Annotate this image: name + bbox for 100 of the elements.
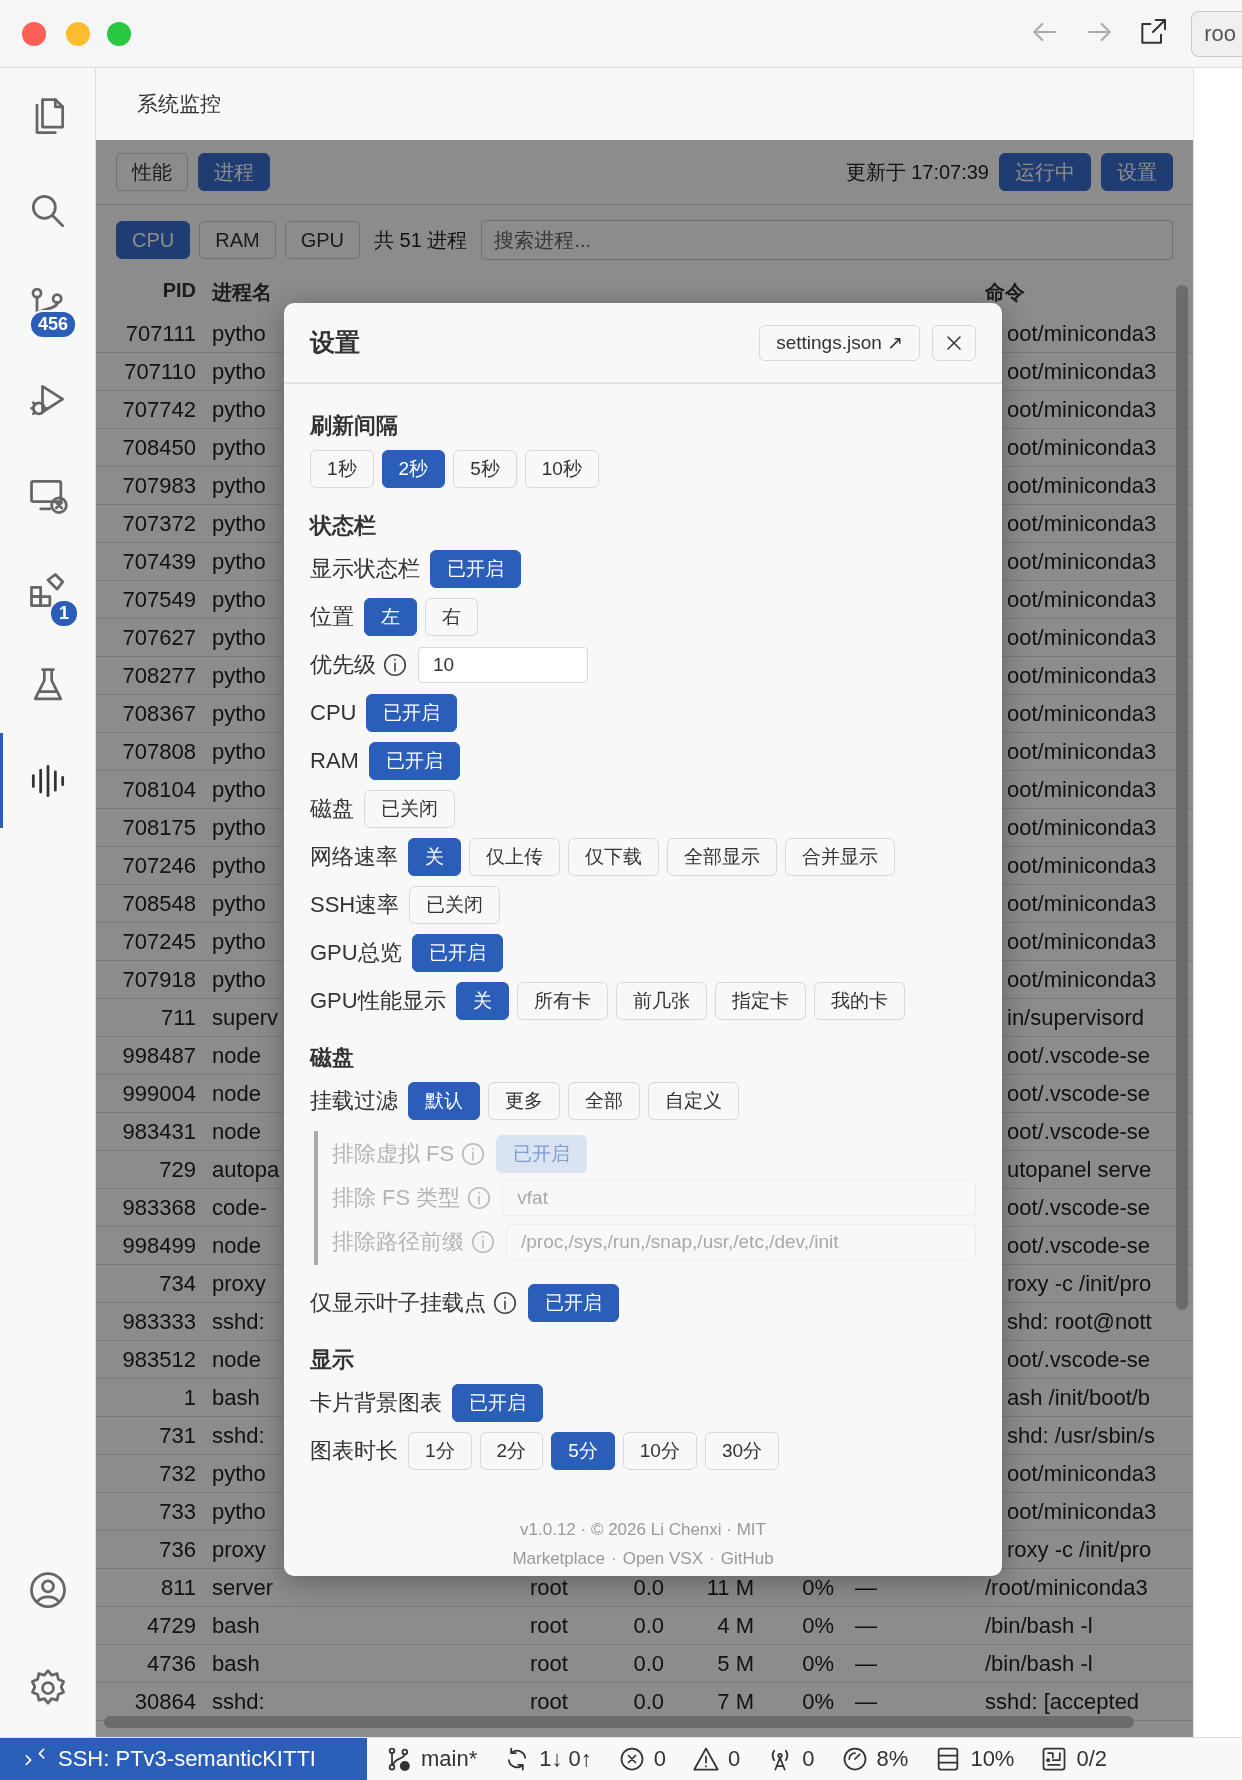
scrollbar[interactable] xyxy=(104,1716,1134,1728)
toggle-button[interactable]: 已开启 xyxy=(452,1384,543,1422)
option-button[interactable]: 右 xyxy=(425,598,478,636)
option-button[interactable]: 左 xyxy=(364,598,417,636)
sort-tab[interactable]: GPU xyxy=(284,221,361,259)
activity-item[interactable]: 456 xyxy=(0,258,92,353)
toggle-button[interactable]: 已关闭 xyxy=(364,790,455,828)
table-cell: 707111 xyxy=(125,320,196,347)
setting-label: 排除 FS 类型 xyxy=(332,1184,461,1212)
option-button[interactable]: 全部显示 xyxy=(667,838,777,876)
table-cell: 0% xyxy=(802,1650,834,1677)
status-text[interactable]: 1↓ 0↑ xyxy=(539,1746,592,1772)
table-cell: 707742 xyxy=(122,396,196,423)
scrollbar[interactable] xyxy=(1176,285,1188,1310)
table-cell: oot/.vscode-se xyxy=(1007,1042,1151,1069)
table-cell: pytho xyxy=(212,852,266,879)
option-button[interactable]: 仅上传 xyxy=(469,838,560,876)
table-cell: pytho xyxy=(212,776,266,803)
option-button[interactable]: 自定义 xyxy=(648,1082,739,1120)
toggle-button[interactable]: 已关闭 xyxy=(409,886,501,924)
toggle-button[interactable]: 已开启 xyxy=(411,934,503,972)
setting-label: 图表时长 xyxy=(310,1437,398,1465)
setting-label: 位置 xyxy=(310,603,354,631)
table-cell: oot/miniconda3 xyxy=(1007,472,1157,499)
option-button[interactable]: 前几张 xyxy=(615,982,707,1020)
option-button[interactable]: 合并显示 xyxy=(785,838,895,876)
table-cell: oot/miniconda3 xyxy=(1007,510,1157,537)
table-cell: oot/miniconda3 xyxy=(1007,624,1157,651)
column-header[interactable]: PID xyxy=(162,279,196,302)
table-cell: oot/.vscode-se xyxy=(1007,1194,1151,1221)
table-cell: oot/.vscode-se xyxy=(1007,1080,1151,1107)
option-button[interactable]: 1分 xyxy=(408,1432,472,1470)
option-button[interactable]: 2分 xyxy=(479,1432,544,1470)
option-button[interactable]: 2秒 xyxy=(381,450,446,488)
option-button[interactable]: 关 xyxy=(408,838,461,876)
sort-tab[interactable]: RAM xyxy=(199,221,276,259)
separator-dot: · xyxy=(611,1548,617,1570)
table-cell: 733 xyxy=(159,1498,196,1525)
option-button[interactable]: 所有卡 xyxy=(516,982,608,1020)
close-window-button[interactable] xyxy=(22,21,46,46)
activity-item[interactable]: 1 xyxy=(0,543,92,638)
status-text[interactable]: 0/2 xyxy=(1076,1746,1108,1772)
address-field[interactable]: roo xyxy=(1191,10,1242,57)
option-button[interactable]: 10分 xyxy=(622,1432,697,1470)
dialog-title: 设置 xyxy=(310,327,360,358)
table-cell: 707983 xyxy=(122,472,196,499)
close-button[interactable] xyxy=(932,324,976,361)
remote-indicator[interactable]: SSH: PTv3-semanticKITTI xyxy=(0,1738,367,1780)
table-cell: 0% xyxy=(802,1612,834,1639)
column-header[interactable]: 命令 xyxy=(985,279,1025,306)
section-heading: 磁盘 xyxy=(310,1044,355,1072)
toggle-button[interactable]: 已开启 xyxy=(528,1284,619,1322)
status-text[interactable]: 8% xyxy=(876,1746,909,1772)
option-button[interactable]: 仅下载 xyxy=(568,838,659,876)
table-cell: 0% xyxy=(802,1688,834,1715)
table-cell: 998487 xyxy=(122,1042,196,1069)
view-tab[interactable]: 性能 xyxy=(116,153,188,191)
status-text[interactable]: 0 xyxy=(728,1746,741,1772)
status-text[interactable]: 10% xyxy=(970,1746,1015,1772)
table-cell: oot/miniconda3 xyxy=(1007,586,1157,613)
option-button[interactable]: 全部 xyxy=(568,1082,640,1120)
option-button[interactable]: 指定卡 xyxy=(714,982,806,1020)
table-cell: pytho xyxy=(212,586,266,613)
table-cell: 707627 xyxy=(122,624,196,651)
option-button[interactable]: 1秒 xyxy=(310,450,374,488)
status-text[interactable]: 0 xyxy=(802,1746,815,1772)
toggle-button[interactable]: 已开启 xyxy=(366,694,458,732)
status-text[interactable]: 0 xyxy=(653,1746,667,1772)
toggle-button[interactable]: 已开启 xyxy=(430,550,521,588)
toggle-button[interactable]: 已开启 xyxy=(368,742,460,780)
option-button[interactable]: 30分 xyxy=(704,1432,779,1470)
option-button[interactable]: 更多 xyxy=(488,1082,560,1120)
column-header[interactable]: 进程名 xyxy=(212,279,272,306)
input-field[interactable]: 10 xyxy=(418,647,588,683)
option-button[interactable]: 我的卡 xyxy=(813,982,905,1020)
table-cell: 731 xyxy=(159,1422,196,1449)
option-button[interactable]: 5秒 xyxy=(453,450,517,488)
table-cell: sshd: xyxy=(212,1422,265,1449)
setting-label: CPU xyxy=(310,700,357,726)
table-cell: oot/miniconda3 xyxy=(1007,1460,1157,1487)
search-field[interactable]: 搜索进程... xyxy=(481,220,1173,260)
table-cell: code- xyxy=(212,1194,268,1221)
table-cell: 5 M xyxy=(717,1650,754,1677)
table-cell: 4 M xyxy=(717,1612,754,1639)
warning-icon xyxy=(692,1745,721,1773)
table-cell: oot/miniconda3 xyxy=(1007,852,1157,879)
option-button[interactable]: 5分 xyxy=(551,1432,615,1470)
open-file-button[interactable]: settings.json ↗ xyxy=(759,324,920,361)
table-cell: 999004 xyxy=(122,1080,196,1107)
status-text[interactable]: main* xyxy=(421,1746,478,1772)
table-cell: oot/miniconda3 xyxy=(1007,358,1157,385)
table-cell: 708548 xyxy=(122,890,196,917)
table-cell: pytho xyxy=(212,928,266,955)
setting-label: 挂载过滤 xyxy=(310,1087,398,1115)
table-cell: 983512 xyxy=(122,1346,196,1373)
option-button[interactable]: 10秒 xyxy=(524,450,599,488)
table-cell: root xyxy=(530,1688,568,1715)
option-button[interactable]: 关 xyxy=(455,982,509,1020)
option-button[interactable]: 默认 xyxy=(408,1082,480,1120)
process-count: 共 51 进程 xyxy=(374,227,468,253)
